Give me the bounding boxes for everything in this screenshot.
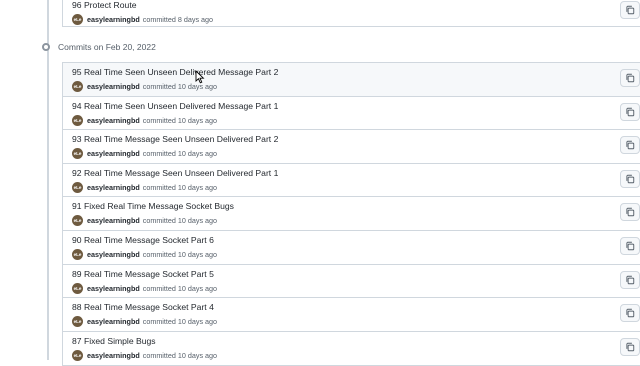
copy-sha-button[interactable] bbox=[620, 337, 640, 356]
copy-sha-button[interactable] bbox=[620, 102, 640, 121]
copy-icon bbox=[626, 275, 635, 284]
author-link[interactable]: easylearningbd bbox=[87, 284, 140, 293]
commit-title-link[interactable]: 95 Real Time Seen Unseen Delivered Messa… bbox=[72, 67, 278, 77]
author-link[interactable]: easylearningbd bbox=[87, 317, 140, 326]
commit-row: 88 Real Time Message Socket Part 4 eLe e… bbox=[63, 298, 640, 332]
commit-title-link[interactable]: 89 Real Time Message Socket Part 5 bbox=[72, 269, 214, 279]
commit-title-link[interactable]: 92 Real Time Message Seen Unseen Deliver… bbox=[72, 168, 278, 178]
copy-sha-button[interactable] bbox=[620, 69, 640, 87]
commit-row: 95 Real Time Seen Unseen Delivered Messa… bbox=[63, 63, 640, 97]
avatar[interactable]: eLe bbox=[72, 282, 83, 294]
commit-meta: eLe easylearningbd committed 10 days ago bbox=[72, 114, 218, 126]
author-link[interactable]: easylearningbd bbox=[87, 15, 140, 24]
author-link[interactable]: easylearningbd bbox=[87, 216, 140, 225]
avatar[interactable]: eLe bbox=[72, 148, 83, 160]
avatar[interactable]: eLe bbox=[72, 14, 83, 25]
commit-meta: eLe easylearningbd committed 10 days ago bbox=[72, 316, 218, 328]
commit-group-label: Commits on Feb 20, 2022 bbox=[58, 42, 156, 52]
commit-list: 95 Real Time Seen Unseen Delivered Messa… bbox=[62, 62, 640, 366]
commit-meta: eLe easylearningbd committed 10 days ago bbox=[72, 181, 218, 193]
commit-row: 93 Real Time Message Seen Unseen Deliver… bbox=[63, 130, 640, 164]
commit-title-link[interactable]: 87 Fixed Simple Bugs bbox=[72, 336, 156, 346]
avatar[interactable]: eLe bbox=[72, 215, 83, 227]
copy-sha-button[interactable] bbox=[620, 270, 640, 289]
author-link[interactable]: easylearningbd bbox=[87, 250, 140, 259]
timeline-line bbox=[47, 0, 49, 360]
commit-title-link[interactable]: 91 Fixed Real Time Message Socket Bugs bbox=[72, 201, 234, 211]
commit-row: 90 Real Time Message Socket Part 6 eLe e… bbox=[63, 231, 640, 265]
commit-meta: eLe easylearningbd committed 10 days ago bbox=[72, 349, 218, 361]
commit-meta: eLe easylearningbd committed 10 days ago bbox=[72, 282, 218, 294]
copy-icon bbox=[626, 73, 635, 83]
author-link[interactable]: easylearningbd bbox=[87, 351, 140, 360]
commit-time: committed 10 days ago bbox=[142, 249, 218, 259]
copy-sha-button[interactable] bbox=[620, 304, 640, 323]
commit-time: committed 8 days ago bbox=[142, 15, 214, 24]
commit-time: committed 10 days ago bbox=[142, 182, 218, 192]
commit-title-link[interactable]: 90 Real Time Message Socket Part 6 bbox=[72, 235, 214, 245]
commit-title-link[interactable]: 88 Real Time Message Socket Part 4 bbox=[72, 302, 214, 312]
commit-title-link[interactable]: 93 Real Time Message Seen Unseen Deliver… bbox=[72, 134, 278, 144]
commit-row: 92 Real Time Message Seen Unseen Deliver… bbox=[63, 164, 640, 198]
avatar[interactable]: eLe bbox=[72, 349, 83, 361]
commit-meta: eLe easylearningbd committed 10 days ago bbox=[72, 215, 218, 227]
author-link[interactable]: easylearningbd bbox=[87, 116, 140, 125]
mouse-cursor-icon bbox=[195, 70, 205, 84]
copy-icon bbox=[626, 174, 635, 183]
commit-meta: eLe easylearningbd committed 8 days ago bbox=[72, 14, 213, 25]
commit-row: 94 Real Time Seen Unseen Delivered Messa… bbox=[63, 97, 640, 131]
previous-commit-box: 96 Protect Route eLe easylearningbd comm… bbox=[62, 0, 640, 27]
commit-meta: eLe easylearningbd committed 10 days ago bbox=[72, 248, 218, 260]
copy-icon bbox=[626, 342, 635, 351]
copy-icon bbox=[626, 241, 635, 251]
commit-time: committed 10 days ago bbox=[142, 149, 218, 159]
copy-sha-button[interactable] bbox=[620, 203, 640, 222]
commit-time: committed 10 days ago bbox=[142, 82, 218, 91]
avatar[interactable]: eLe bbox=[72, 181, 83, 193]
author-link[interactable]: easylearningbd bbox=[87, 183, 140, 192]
commit-group-icon bbox=[42, 43, 50, 51]
commit-time: committed 10 days ago bbox=[142, 216, 218, 226]
copy-icon bbox=[626, 208, 635, 217]
author-link[interactable]: easylearningbd bbox=[87, 149, 140, 158]
commit-time: committed 10 days ago bbox=[142, 350, 218, 360]
copy-icon bbox=[626, 107, 635, 116]
avatar[interactable]: eLe bbox=[72, 81, 83, 92]
commit-meta: eLe easylearningbd committed 10 days ago bbox=[72, 148, 218, 160]
commit-row: 91 Fixed Real Time Message Socket Bugs e… bbox=[63, 197, 640, 231]
commit-title-link[interactable]: 96 Protect Route bbox=[72, 0, 137, 10]
avatar[interactable]: eLe bbox=[72, 248, 83, 260]
avatar[interactable]: eLe bbox=[72, 114, 83, 126]
copy-sha-button[interactable] bbox=[620, 136, 640, 155]
commit-row: 89 Real Time Message Socket Part 5 eLe e… bbox=[63, 265, 640, 299]
copy-sha-button[interactable] bbox=[620, 169, 640, 188]
commit-time: committed 10 days ago bbox=[142, 317, 218, 327]
copy-icon bbox=[626, 140, 635, 150]
commit-time: committed 10 days ago bbox=[142, 115, 218, 125]
avatar[interactable]: eLe bbox=[72, 316, 83, 328]
commit-title-link[interactable]: 94 Real Time Seen Unseen Delivered Messa… bbox=[72, 101, 278, 111]
copy-icon bbox=[626, 308, 635, 318]
commit-group-header: Commits on Feb 20, 2022 bbox=[42, 40, 156, 54]
copy-icon bbox=[626, 5, 635, 15]
author-link[interactable]: easylearningbd bbox=[87, 82, 140, 91]
copy-sha-button[interactable] bbox=[620, 236, 640, 255]
commit-row: 87 Fixed Simple Bugs eLe easylearningbd … bbox=[63, 332, 640, 366]
copy-sha-button[interactable] bbox=[620, 1, 640, 19]
commit-time: committed 10 days ago bbox=[142, 283, 218, 293]
